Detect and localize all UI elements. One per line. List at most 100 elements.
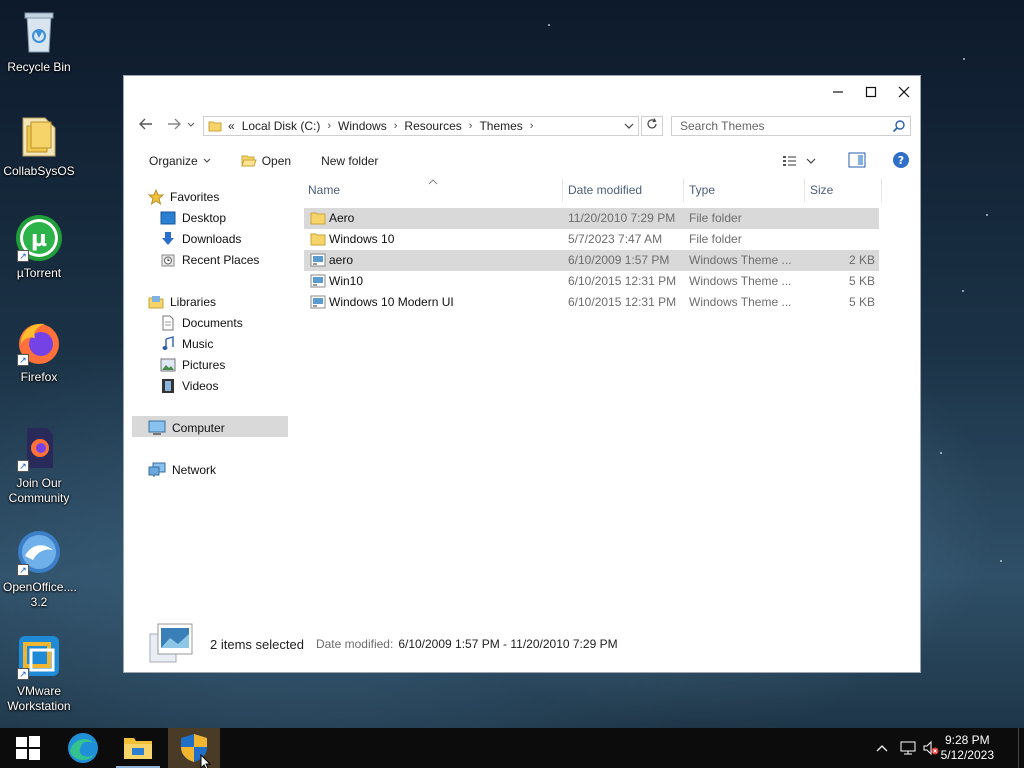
date-modified-value: 6/10/2009 1:57 PM - 11/20/2010 7:29 PM xyxy=(398,637,618,651)
computer-icon xyxy=(148,420,166,435)
details-pane: 2 items selected Date modified: 6/10/200… xyxy=(148,620,618,668)
desktop-icon-firefox[interactable]: ↗ Firefox xyxy=(2,318,76,385)
shortcut-arrow-icon: ↗ xyxy=(17,564,29,576)
minimize-button[interactable] xyxy=(821,76,854,108)
shortcut-arrow-icon: ↗ xyxy=(17,250,29,262)
desktop-icon-label: OpenOffice.... 3.2 xyxy=(3,580,77,609)
nav-item-favorites[interactable]: Favorites xyxy=(148,186,219,207)
edge-icon xyxy=(68,733,98,763)
organize-button[interactable]: Organize xyxy=(134,154,226,168)
volume-muted-icon xyxy=(923,740,939,756)
breadcrumb-themes[interactable]: Themes xyxy=(472,119,529,133)
desktop-icon-label: Join Our Community xyxy=(8,476,70,505)
desktop-icon-vmware[interactable]: ↗ VMware Workstation xyxy=(2,632,76,714)
maximize-button[interactable] xyxy=(854,76,887,108)
nav-item-recent-places[interactable]: Recent Places xyxy=(160,249,259,270)
documents-icon xyxy=(162,315,174,330)
column-header-size[interactable]: Size xyxy=(806,178,882,202)
column-header-type[interactable]: Type xyxy=(685,178,805,202)
file-row[interactable]: Aero 11/20/2010 7:29 PM File folder xyxy=(304,208,879,229)
desktop-icon-label: CollabSysOS xyxy=(3,164,75,178)
clock-date: 5/12/2023 xyxy=(940,748,994,762)
windows-logo-icon xyxy=(16,736,40,760)
file-type: Windows Theme ... xyxy=(689,253,792,267)
file-row[interactable]: Windows 10 5/7/2023 7:47 AM File folder xyxy=(304,229,879,250)
close-button[interactable] xyxy=(887,76,920,108)
file-date: 11/20/2010 7:29 PM xyxy=(568,211,676,225)
address-row: « Local Disk (C:) › Windows › Resources … xyxy=(134,114,911,138)
chevron-down-icon xyxy=(203,158,211,163)
nav-item-computer[interactable]: Computer xyxy=(148,417,225,438)
taskbar-clock[interactable]: 9:28 PM 5/12/2023 xyxy=(941,733,994,763)
selection-count: 2 items selected xyxy=(210,636,304,652)
network-status-button[interactable] xyxy=(896,740,920,756)
search-input[interactable]: Search Themes xyxy=(671,116,911,136)
desktop-icon-recycle-bin[interactable]: Recycle Bin xyxy=(2,8,76,75)
breadcrumb-windows[interactable]: Windows xyxy=(331,119,394,133)
nav-item-libraries[interactable]: Libraries xyxy=(148,291,216,312)
desktop-icon-openoffice[interactable]: ↗ OpenOffice.... 3.2 xyxy=(2,528,77,610)
file-date: 6/10/2015 12:31 PM xyxy=(568,274,677,288)
breadcrumb-resources[interactable]: Resources xyxy=(397,119,468,133)
selection-thumbnail-icon xyxy=(148,620,194,669)
nav-item-music[interactable]: Music xyxy=(160,333,213,354)
start-button[interactable] xyxy=(2,728,54,768)
file-row[interactable]: aero 6/10/2009 1:57 PM Windows Theme ...… xyxy=(304,250,879,271)
nav-item-label: Desktop xyxy=(182,210,227,225)
file-row[interactable]: Windows 10 Modern UI 6/10/2015 12:31 PM … xyxy=(304,292,879,313)
preview-pane-button[interactable] xyxy=(848,152,866,171)
show-hidden-icons-button[interactable] xyxy=(872,744,892,752)
nav-item-desktop[interactable]: Desktop xyxy=(160,207,226,228)
file-name: Windows 10 Modern UI xyxy=(329,295,454,309)
nav-item-documents[interactable]: Documents xyxy=(160,312,243,333)
file-size xyxy=(815,208,875,229)
breadcrumb-overflow[interactable]: « xyxy=(228,119,235,133)
breadcrumb-separator-icon[interactable]: › xyxy=(530,120,534,132)
recent-places-icon xyxy=(161,254,175,266)
forward-button[interactable] xyxy=(164,116,184,136)
desktop-icon-label: VMware Workstation xyxy=(7,684,71,713)
music-icon xyxy=(162,335,174,350)
nav-item-label: Libraries xyxy=(170,294,217,309)
nav-item-videos[interactable]: Videos xyxy=(160,375,218,396)
change-view-button[interactable] xyxy=(782,154,816,168)
explorer-window: « Local Disk (C:) › Windows › Resources … xyxy=(123,75,921,673)
back-button[interactable] xyxy=(136,116,156,136)
file-row[interactable]: Win10 6/10/2015 12:31 PM Windows Theme .… xyxy=(304,271,879,292)
address-dropdown-icon[interactable] xyxy=(624,119,634,136)
firefox-document-icon: ↗ xyxy=(15,424,63,472)
file-type: File folder xyxy=(689,232,742,246)
folder-icon xyxy=(15,112,63,160)
open-button[interactable]: Open xyxy=(226,154,306,168)
nav-item-network[interactable]: Network xyxy=(148,459,216,480)
show-desktop-button[interactable] xyxy=(1018,728,1024,768)
view-controls: ? xyxy=(782,150,910,172)
volume-button[interactable] xyxy=(920,740,942,756)
nav-item-label: Network xyxy=(172,462,217,477)
refresh-button[interactable] xyxy=(641,116,663,136)
column-header-date-modified[interactable]: Date modified xyxy=(564,178,684,202)
file-size: 5 KB xyxy=(848,274,875,288)
desktop-icon-utorrent[interactable]: µ ↗ µTorrent xyxy=(2,214,76,281)
breadcrumb-local-disk[interactable]: Local Disk (C:) xyxy=(235,119,328,133)
help-button[interactable]: ? xyxy=(892,151,910,172)
navigation-pane: Favorites Desktop Downloads Recent Place… xyxy=(124,178,299,598)
file-name: Windows 10 xyxy=(329,232,395,246)
nav-item-label: Recent Places xyxy=(182,252,260,267)
desktop-icon-collabsysos[interactable]: CollabSysOS xyxy=(2,112,76,179)
recent-locations-button[interactable] xyxy=(184,116,198,136)
file-date: 5/7/2023 7:47 AM xyxy=(568,232,663,246)
taskbar-security-app[interactable] xyxy=(168,728,220,768)
column-header-name[interactable]: Name xyxy=(304,178,563,202)
taskbar-file-explorer[interactable] xyxy=(112,728,164,768)
address-bar[interactable]: « Local Disk (C:) › Windows › Resources … xyxy=(203,116,639,136)
folder-icon xyxy=(208,119,222,133)
desktop-icon-label: Firefox xyxy=(20,370,58,384)
taskbar-edge[interactable] xyxy=(57,728,109,768)
nav-item-downloads[interactable]: Downloads xyxy=(160,228,241,249)
forward-arrow-icon xyxy=(168,118,181,130)
new-folder-button[interactable]: New folder xyxy=(306,154,393,168)
search-icon[interactable] xyxy=(892,119,906,138)
desktop-icon-join-our-community[interactable]: ↗ Join Our Community xyxy=(2,424,76,506)
nav-item-pictures[interactable]: Pictures xyxy=(160,354,225,375)
